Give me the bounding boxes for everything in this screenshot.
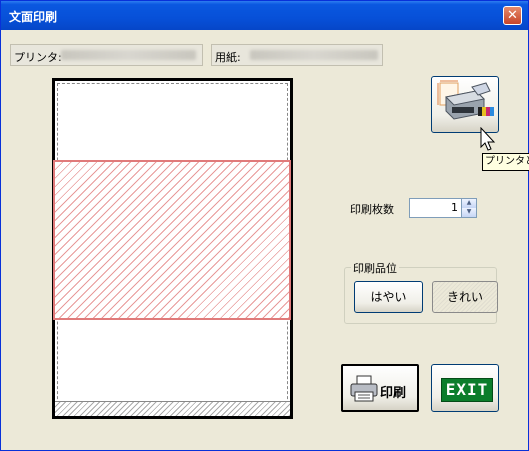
window-title: 文面印刷: [9, 10, 58, 24]
printer-settings-tooltip: プリンタと用: [482, 153, 529, 171]
spin-down-arrow-icon[interactable]: ▼: [461, 208, 476, 217]
paper-info-field: 用紙:: [211, 44, 383, 66]
copies-value[interactable]: 1: [451, 201, 458, 214]
paper-bottom-margin: [55, 401, 290, 416]
print-dialog-window: 文面印刷 ✕ プリンタ: 用紙: プリンタと用 印刷枚数: [0, 0, 529, 451]
print-button-label: 印刷: [380, 386, 407, 401]
printer-settings-button[interactable]: [431, 76, 499, 133]
copies-label: 印刷枚数: [350, 203, 394, 216]
copies-spinner[interactable]: 1 ▲ ▼: [409, 198, 477, 218]
spin-up-arrow-icon[interactable]: ▲: [461, 199, 476, 208]
exit-sign-label: EXIT: [441, 378, 493, 402]
print-area-region[interactable]: [53, 160, 291, 320]
close-button[interactable]: ✕: [503, 6, 522, 25]
printer-info-field: プリンタ:: [10, 44, 203, 66]
quality-fast-button[interactable]: はやい: [354, 281, 423, 313]
printer-name-redacted: [61, 50, 196, 60]
paper-name-redacted: [250, 50, 378, 60]
print-button[interactable]: 印刷: [341, 364, 419, 412]
print-quality-label: 印刷品位: [351, 260, 399, 276]
title-bar[interactable]: 文面印刷 ✕: [1, 1, 528, 30]
printer-setup-icon: [437, 80, 494, 120]
quality-fine-button[interactable]: きれい: [432, 281, 498, 313]
mouse-cursor-icon: [480, 127, 496, 151]
paper-label: 用紙:: [215, 51, 241, 64]
printer-icon: [350, 375, 378, 402]
exit-button[interactable]: EXIT: [431, 364, 499, 412]
printer-label: プリンタ:: [14, 51, 62, 64]
